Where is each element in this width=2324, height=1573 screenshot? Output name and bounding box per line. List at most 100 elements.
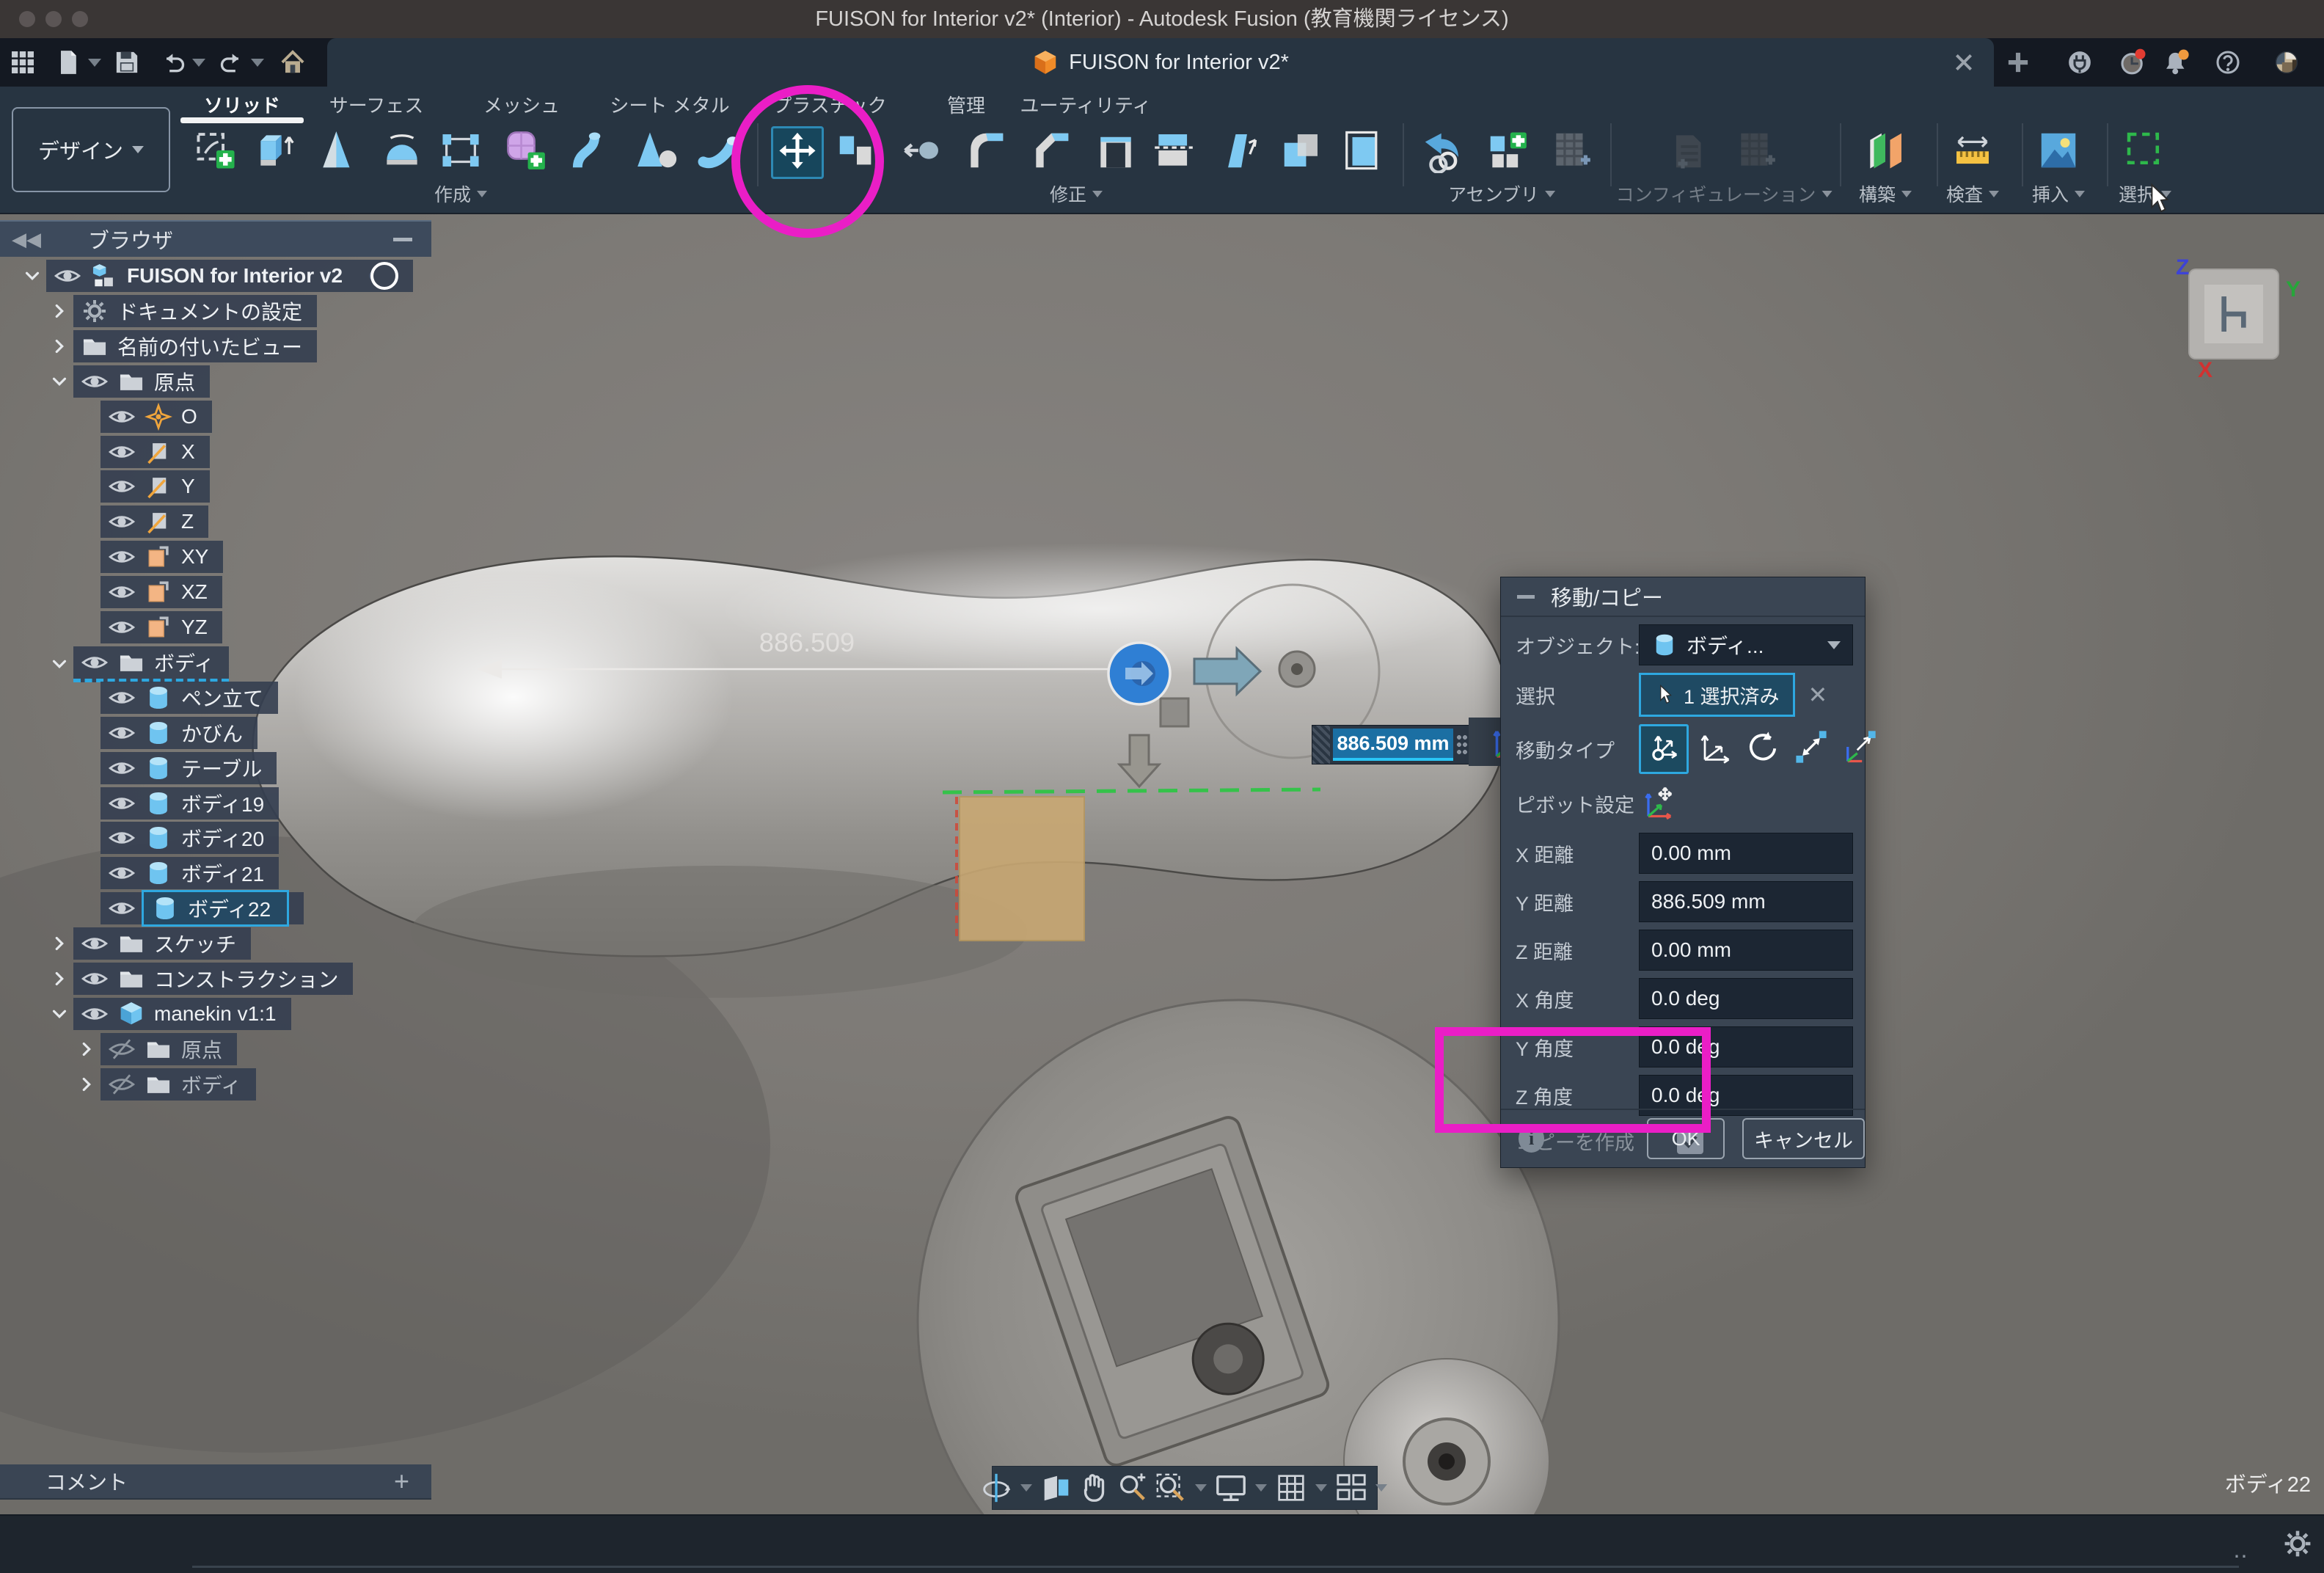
group-label-5[interactable]: 構築 xyxy=(1859,180,1912,207)
new-component-icon[interactable] xyxy=(1483,126,1532,175)
shell-icon[interactable] xyxy=(1092,126,1140,175)
tree-item-ボディ[interactable]: ボディ xyxy=(47,646,229,682)
clear-selection-icon[interactable]: ✕ xyxy=(1808,681,1828,709)
job-status-icon[interactable] xyxy=(2116,45,2149,79)
eye-icon[interactable] xyxy=(54,262,81,290)
tree-row-pill[interactable]: ボディ22 xyxy=(101,892,304,924)
free-move-button[interactable] xyxy=(1639,724,1689,774)
window-zoom-caret-icon[interactable] xyxy=(1195,1484,1207,1492)
tree-item-かびん[interactable]: かびん xyxy=(74,717,257,749)
configuration-icon[interactable] xyxy=(1665,126,1714,175)
select-box-icon[interactable] xyxy=(2121,126,2169,175)
measure-icon[interactable] xyxy=(1948,126,1997,175)
group-label-3[interactable]: アセンブリ xyxy=(1448,180,1555,207)
tree-item-コンストラクション[interactable]: コンストラクション xyxy=(47,963,353,995)
browser-minimize-icon[interactable] xyxy=(393,238,412,241)
rotate-button[interactable] xyxy=(1740,724,1786,770)
undo-caret-icon[interactable] xyxy=(192,59,205,67)
field-input-2[interactable]: 886.509 mm xyxy=(1639,881,1853,922)
dimension-value-text[interactable]: 886.509 mm xyxy=(1333,729,1453,761)
eye-icon[interactable] xyxy=(108,894,136,922)
tree-row-pill[interactable]: XY xyxy=(101,541,223,573)
tree-row-pill[interactable]: ボディ19 xyxy=(101,787,279,820)
eye-icon[interactable] xyxy=(108,472,136,500)
field-input-3[interactable]: 0.00 mm xyxy=(1639,930,1853,971)
split-body-icon[interactable] xyxy=(1150,126,1198,175)
ribbon-tab-1[interactable]: ソリッド xyxy=(204,91,280,118)
tree-row-pill[interactable]: 原点 xyxy=(73,365,210,398)
eye-icon[interactable] xyxy=(81,965,109,993)
save-icon[interactable] xyxy=(110,45,144,79)
grid-caret-icon[interactable] xyxy=(1315,1484,1327,1492)
tree-row-pill[interactable]: ドキュメントの設定 xyxy=(73,295,317,327)
add-comment-icon[interactable]: + xyxy=(394,1466,409,1497)
tree-item-ボディ[interactable]: ボディ xyxy=(74,1068,256,1101)
tree-item-原点[interactable]: 原点 xyxy=(47,365,210,398)
dialog-collapse-icon[interactable] xyxy=(1517,595,1535,599)
file-menu-icon[interactable] xyxy=(51,45,85,79)
tree-item-Z[interactable]: Z xyxy=(74,506,208,538)
tree-row-pill[interactable]: FUISON for Interior v2 xyxy=(46,260,413,292)
display-settings-caret-icon[interactable] xyxy=(1255,1484,1267,1492)
translate-button[interactable] xyxy=(1692,724,1737,770)
revolve-icon[interactable] xyxy=(378,126,426,175)
eye-icon[interactable] xyxy=(81,368,109,395)
tree-item-ボディ20[interactable]: ボディ20 xyxy=(74,822,279,854)
timeline-settings-gear-icon[interactable] xyxy=(2281,1528,2314,1560)
eye-icon[interactable] xyxy=(81,1000,109,1028)
construct-plane-icon[interactable] xyxy=(1861,126,1910,175)
group-label-1[interactable]: 作成 xyxy=(434,180,487,207)
redo-caret-icon[interactable] xyxy=(251,59,264,67)
extensions-icon[interactable] xyxy=(2063,45,2097,79)
tree-row-pill[interactable]: O xyxy=(101,401,212,433)
eye-icon[interactable] xyxy=(108,684,136,712)
pattern-icon[interactable] xyxy=(436,126,485,175)
eye-icon[interactable] xyxy=(108,789,136,817)
view-cube[interactable] xyxy=(2190,270,2278,358)
notifications-bell-icon[interactable] xyxy=(2160,45,2193,79)
file-menu-caret-icon[interactable] xyxy=(88,59,101,67)
dimension-value-input[interactable]: 886.509 mm xyxy=(1312,725,1472,764)
group-label-7[interactable]: 挿入 xyxy=(2032,180,2085,207)
tree-row-pill[interactable]: ボディ21 xyxy=(101,857,279,889)
tree-item-ペン立て[interactable]: ペン立て xyxy=(74,682,278,714)
tree-item-Y[interactable]: Y xyxy=(74,470,210,503)
window-zoom-button[interactable] xyxy=(72,11,88,27)
redo-icon[interactable] xyxy=(214,45,248,79)
view-cube-top-face[interactable] xyxy=(2204,285,2263,343)
tree-row-pill[interactable]: かびん xyxy=(101,717,257,749)
selection-chip[interactable]: 1 選択済み xyxy=(1639,673,1795,717)
caret-down-icon[interactable] xyxy=(47,1001,72,1026)
tree-item-XZ[interactable]: XZ xyxy=(74,576,222,608)
tree-row-pill[interactable]: スケッチ xyxy=(73,927,251,960)
app-grid-icon[interactable] xyxy=(6,45,40,79)
dialog-header[interactable]: 移動/コピー xyxy=(1501,577,1865,617)
new-tab-icon[interactable] xyxy=(2001,45,2035,79)
eye-icon[interactable] xyxy=(108,543,136,571)
set-pivot-button[interactable] xyxy=(1639,783,1680,824)
orbit-icon[interactable] xyxy=(979,1471,1013,1505)
config-table-icon[interactable] xyxy=(1547,126,1596,175)
home-icon[interactable] xyxy=(276,45,310,79)
tab-close-icon[interactable] xyxy=(1947,45,1981,79)
tree-row-pill[interactable]: manekin v1:1 xyxy=(73,998,291,1030)
tree-item-YZ[interactable]: YZ xyxy=(74,611,222,643)
tree-item-テーブル[interactable]: テーブル xyxy=(74,752,277,784)
comments-panel[interactable]: コメント + xyxy=(0,1464,431,1500)
tree-item-ドキュメントの設定[interactable]: ドキュメントの設定 xyxy=(47,295,317,327)
point-to-point-button[interactable] xyxy=(1788,724,1834,770)
cancel-button[interactable]: キャンセル xyxy=(1742,1118,1865,1159)
tree-row-pill[interactable]: Z xyxy=(101,506,208,538)
tree-item-X[interactable]: X xyxy=(74,436,210,468)
tree-row-pill[interactable]: 原点 xyxy=(101,1033,237,1065)
input-drag-handle[interactable] xyxy=(1312,726,1330,764)
multi-view-caret-icon[interactable] xyxy=(1375,1484,1387,1492)
eye-icon[interactable] xyxy=(108,859,136,887)
tree-row-pill[interactable]: YZ xyxy=(101,611,222,643)
eye-icon[interactable] xyxy=(108,754,136,782)
tree-row-pill[interactable]: X xyxy=(101,436,210,468)
ground-component-radio[interactable] xyxy=(370,262,398,290)
input-options-grip-icon[interactable] xyxy=(1455,731,1469,758)
field-input-1[interactable]: 0.00 mm xyxy=(1639,833,1853,874)
ribbon-tab-7[interactable]: ユーティリティ xyxy=(1020,91,1152,118)
